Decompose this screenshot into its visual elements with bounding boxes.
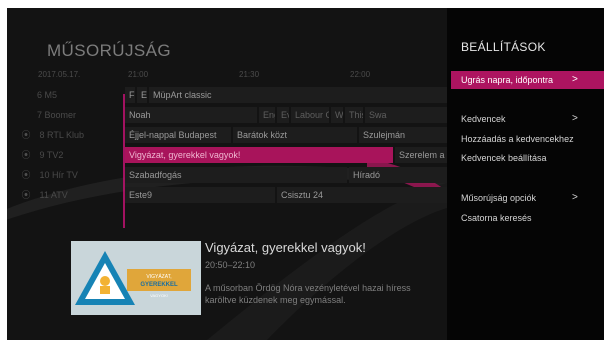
- channel-row: ⦿ 11 ATV Este9 Csisztu 24: [7, 186, 447, 204]
- channel-label[interactable]: ⦿ 9 TV2: [19, 146, 119, 164]
- time-slot: 22:00: [350, 70, 371, 79]
- channel-label[interactable]: 6 M5: [19, 86, 119, 104]
- record-icon: ⦿: [21, 150, 31, 160]
- program-cell[interactable]: W: [331, 107, 343, 123]
- menu-item-label: Műsorújság opciók: [461, 193, 537, 203]
- channel-number: 7: [37, 110, 43, 120]
- channel-row: 6 M5 Fi El MüpArt classic: [7, 86, 447, 104]
- svg-text:VIGYÁZAT,: VIGYÁZAT,: [146, 273, 171, 280]
- channel-label[interactable]: 7 Boomer: [19, 106, 119, 124]
- channel-label[interactable]: ⦿ 8 RTL Klub: [19, 126, 119, 144]
- channel-name: ATV: [50, 190, 68, 200]
- channel-name: TV2: [46, 150, 64, 160]
- program-info: VIGYÁZAT, GYEREKKEL VAGYOK! Vigyázat, gy…: [7, 232, 447, 340]
- menu-item-jump-to-date[interactable]: Ugrás napra, időpontra >: [451, 71, 604, 89]
- channel-label[interactable]: ⦿ 10 Hír TV: [19, 166, 119, 184]
- description-line: A műsorban Ördög Nóra vezényletével haza…: [205, 283, 411, 293]
- channel-name: RTL Klub: [47, 130, 85, 140]
- program-description: A műsorban Ördög Nóra vezényletével haza…: [205, 282, 445, 306]
- program-cell[interactable]: Híradó: [349, 167, 447, 183]
- program-cell[interactable]: Noah: [125, 107, 257, 123]
- program-cell[interactable]: El: [137, 87, 147, 103]
- program-cell[interactable]: Csisztu 24: [277, 187, 447, 203]
- program-cell[interactable]: Ev: [277, 107, 289, 123]
- menu-item-favorite-settings[interactable]: Kedvencek beállítása: [451, 149, 604, 167]
- record-icon: ⦿: [21, 170, 31, 180]
- time-slot: 21:30: [239, 70, 260, 79]
- chevron-right-icon: >: [572, 113, 578, 124]
- svg-text:GYEREKKEL: GYEREKKEL: [140, 282, 178, 288]
- current-time-marker: [123, 94, 125, 228]
- channel-row: ⦿ 10 Hír TV Szabadfogás Híradó: [7, 166, 447, 184]
- program-cell-selected[interactable]: Vigyázat, gyerekkel vagyok!: [125, 147, 393, 163]
- channel-number: 8: [39, 130, 45, 140]
- description-line: karöltve küzdenek meg egymással.: [205, 295, 346, 305]
- program-cell[interactable]: Szerelem a: [395, 147, 447, 163]
- program-time: 20:50–22:10: [205, 260, 256, 270]
- chevron-right-icon: >: [572, 74, 578, 85]
- channel-row: 7 Boomer Noah Engl Ev Labour C W This Sw…: [7, 106, 447, 124]
- program-cell[interactable]: Labour C: [291, 107, 329, 123]
- menu-item-label: Csatorna keresés: [461, 213, 532, 223]
- channel-row: ⦿ 9 TV2 Vigyázat, gyerekkel vagyok! Szer…: [7, 146, 447, 164]
- channel-label[interactable]: ⦿ 11 ATV: [19, 186, 119, 204]
- chevron-right-icon: >: [572, 192, 578, 203]
- menu-item-guide-options[interactable]: Műsorújság opciók >: [451, 189, 604, 207]
- record-icon: ⦿: [21, 130, 31, 140]
- program-title: Vigyázat, gyerekkel vagyok!: [205, 240, 366, 255]
- record-icon: ⦿: [21, 190, 31, 200]
- channel-name: M5: [44, 90, 58, 100]
- menu-item-label: Ugrás napra, időpontra: [461, 75, 554, 85]
- program-thumbnail: VIGYÁZAT, GYEREKKEL VAGYOK!: [71, 241, 201, 315]
- program-cell[interactable]: MüpArt classic: [149, 87, 447, 103]
- page-title: MŰSORÚJSÁG: [47, 41, 171, 60]
- channel-number: 11: [39, 190, 49, 200]
- menu-item-favorites[interactable]: Kedvencek >: [451, 110, 604, 128]
- program-cell[interactable]: Este9: [125, 187, 275, 203]
- program-cell[interactable]: Swa: [365, 107, 447, 123]
- svg-text:VAGYOK!: VAGYOK!: [150, 293, 168, 298]
- screen: MŰSORÚJSÁG 2017.05.17. 21:00 21:30 22:00…: [0, 0, 612, 347]
- menu-item-label: Kedvencek: [461, 114, 506, 124]
- channel-number: 6: [37, 90, 43, 100]
- program-cell[interactable]: This: [345, 107, 363, 123]
- tv-screen: MŰSORÚJSÁG 2017.05.17. 21:00 21:30 22:00…: [7, 8, 604, 340]
- program-cell[interactable]: Barátok közt: [233, 127, 357, 143]
- channel-name: Boomer: [44, 110, 77, 120]
- channel-name: Hír TV: [52, 170, 78, 180]
- menu-item-label: Kedvencek beállítása: [461, 153, 547, 163]
- guide-date: 2017.05.17.: [38, 70, 81, 79]
- program-cell[interactable]: Engl: [259, 107, 275, 123]
- channel-number: 9: [39, 150, 45, 160]
- program-cell[interactable]: Szulejmán: [359, 127, 447, 143]
- channel-row: ⦿ 8 RTL Klub Éjjel-nappal Budapest Barát…: [7, 126, 447, 144]
- program-logo: VIGYÁZAT, GYEREKKEL VAGYOK!: [71, 241, 201, 315]
- program-cell[interactable]: Fi: [125, 87, 135, 103]
- timeline-header: 2017.05.17. 21:00 21:30 22:00: [7, 66, 447, 84]
- program-cell[interactable]: Szabadfogás: [125, 167, 347, 183]
- settings-title: BEÁLLÍTÁSOK: [461, 40, 546, 54]
- menu-item-label: Hozzáadás a kedvencekhez: [461, 134, 574, 144]
- program-cell[interactable]: Éjjel-nappal Budapest: [125, 127, 231, 143]
- menu-item-add-favorite[interactable]: Hozzáadás a kedvencekhez: [451, 130, 604, 148]
- settings-panel: BEÁLLÍTÁSOK Ugrás napra, időpontra > Ked…: [447, 8, 604, 340]
- menu-item-channel-search[interactable]: Csatorna keresés: [451, 209, 604, 227]
- time-slot: 21:00: [128, 70, 149, 79]
- channel-number: 10: [39, 170, 50, 180]
